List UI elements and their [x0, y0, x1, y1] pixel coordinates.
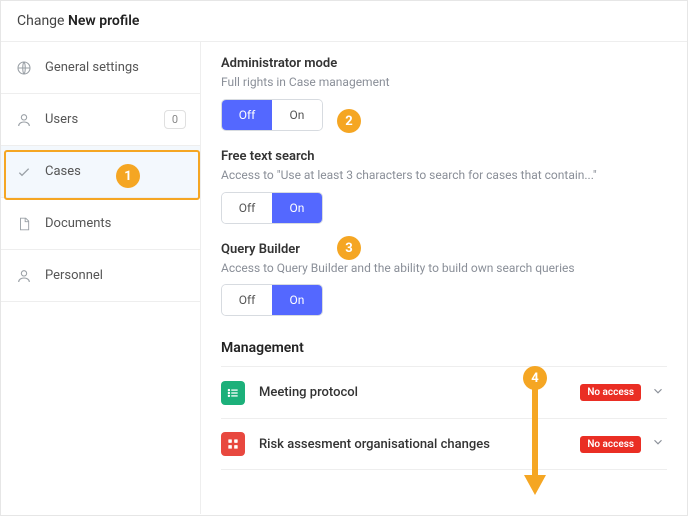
- access-badge: No access: [580, 384, 641, 401]
- management-row-name: Meeting protocol: [259, 385, 580, 400]
- toggle-on[interactable]: On: [272, 193, 322, 223]
- document-icon: [15, 215, 33, 233]
- person-icon: [15, 267, 33, 285]
- toggle-off[interactable]: Off: [222, 100, 272, 130]
- setting-desc: Access to Query Builder and the ability …: [221, 260, 667, 277]
- page-header: Change New profile: [1, 1, 687, 42]
- section-title-management: Management: [221, 340, 667, 356]
- toggle-off[interactable]: Off: [222, 193, 272, 223]
- chevron-down-icon[interactable]: [651, 384, 665, 402]
- sidebar-item-label: Documents: [45, 216, 186, 231]
- page-title: New profile: [68, 13, 139, 29]
- grid-icon: [221, 432, 245, 456]
- setting-title: Query Builder: [221, 242, 667, 257]
- management-row-name: Risk assesment organisational changes: [259, 437, 580, 452]
- toggle-on[interactable]: On: [272, 100, 322, 130]
- sidebar-item-label: Cases: [45, 164, 186, 179]
- sidebar-item-label: Personnel: [45, 268, 186, 283]
- sidebar-item-cases[interactable]: Cases: [1, 146, 200, 198]
- management-row[interactable]: Risk assesment organisational changes No…: [221, 418, 667, 470]
- user-icon: [15, 111, 33, 129]
- setting-desc: Access to "Use at least 3 characters to …: [221, 167, 667, 184]
- setting-title: Administrator mode: [221, 56, 667, 71]
- setting-title: Free text search: [221, 149, 667, 164]
- sidebar-item-general-settings[interactable]: General settings: [1, 42, 200, 94]
- toggle-free-text-search[interactable]: Off On: [221, 192, 323, 224]
- toggle-on[interactable]: On: [272, 285, 322, 315]
- users-count-badge: 0: [164, 110, 186, 129]
- sidebar-item-users[interactable]: Users 0: [1, 94, 200, 146]
- toggle-admin-mode[interactable]: Off On: [221, 99, 323, 131]
- toggle-off[interactable]: Off: [222, 285, 272, 315]
- setting-admin-mode: Administrator mode Full rights in Case m…: [221, 56, 667, 131]
- content: Administrator mode Full rights in Case m…: [201, 42, 687, 514]
- check-icon: [15, 163, 33, 181]
- setting-query-builder: Query Builder Access to Query Builder an…: [221, 242, 667, 317]
- chevron-down-icon[interactable]: [651, 435, 665, 453]
- body: General settings Users 0 Cases: [1, 42, 687, 514]
- sidebar: General settings Users 0 Cases: [1, 42, 201, 514]
- access-badge: No access: [580, 436, 641, 453]
- header-prefix: Change: [17, 13, 64, 29]
- sidebar-item-label: Users: [45, 112, 164, 127]
- toggle-query-builder[interactable]: Off On: [221, 284, 323, 316]
- sidebar-item-label: General settings: [45, 60, 186, 75]
- setting-free-text-search: Free text search Access to "Use at least…: [221, 149, 667, 224]
- setting-desc: Full rights in Case management: [221, 74, 667, 91]
- globe-icon: [15, 59, 33, 77]
- sidebar-item-documents[interactable]: Documents: [1, 198, 200, 250]
- management-row[interactable]: Meeting protocol No access: [221, 366, 667, 418]
- window: Change New profile General settings Us: [0, 0, 688, 516]
- sidebar-item-personnel[interactable]: Personnel: [1, 250, 200, 302]
- list-icon: [221, 381, 245, 405]
